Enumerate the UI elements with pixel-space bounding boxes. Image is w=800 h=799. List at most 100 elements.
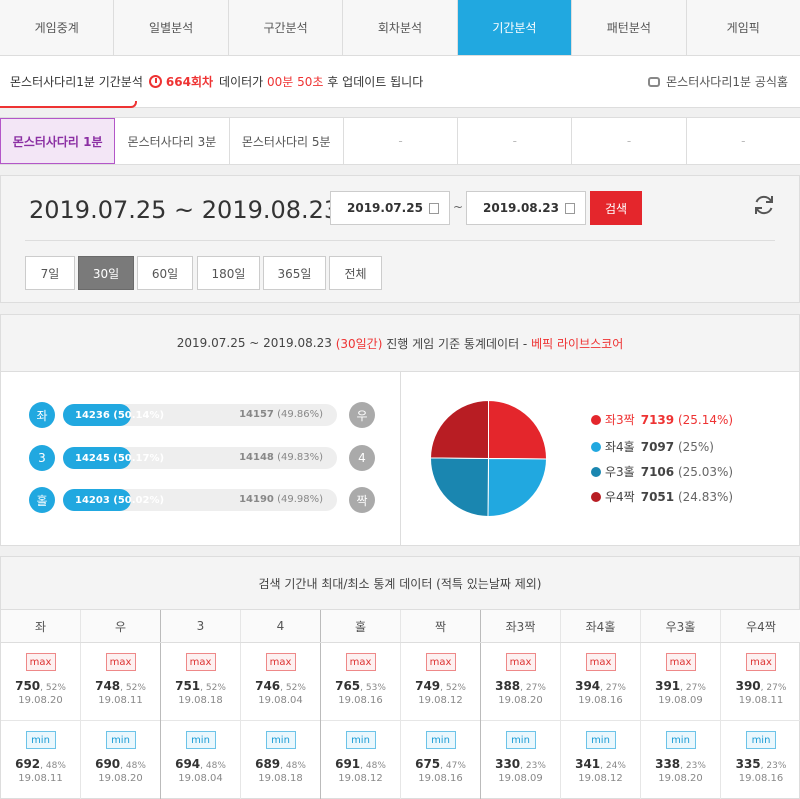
date: 19.08.12 (418, 695, 463, 706)
max-badge: max (25, 653, 56, 671)
period-60d-button[interactable]: 60일 (137, 256, 193, 290)
min-value: 675, 47% (415, 757, 466, 771)
percent: , 52% (280, 683, 306, 693)
period-7d-button[interactable]: 7일 (25, 256, 75, 290)
update-text-1: 데이터가 (219, 75, 264, 89)
count: 748 (95, 679, 121, 693)
date: 19.08.16 (418, 773, 463, 784)
table-title: 검색 기간내 최대/최소 통계 데이터 (적특 있는날짜 제외) (1, 557, 799, 610)
column-header: 좌3짝 (481, 610, 561, 642)
update-text-2: 후 업데이트 됩니다 (327, 75, 424, 89)
tab-period[interactable]: 기간분석 (457, 0, 573, 55)
count: 675 (415, 757, 441, 771)
tab-live[interactable]: 게임중계 (0, 0, 115, 55)
game-tab-3min[interactable]: 몬스터사다리 3분 (115, 118, 230, 164)
right-count: 14157 (239, 409, 274, 420)
game-tab-1min[interactable]: 몬스터사다리 1분 (0, 118, 116, 164)
legend-percent: (25.03%) (677, 465, 734, 479)
legend-percent: (24.83%) (677, 490, 734, 504)
legend-value: 7139 (640, 413, 675, 427)
max-value: 746, 52% (255, 679, 306, 693)
end-date-input[interactable]: 2019.08.23 (466, 191, 586, 225)
pie-slice (430, 457, 490, 517)
legend-value: 7097 (640, 440, 675, 454)
tab-section[interactable]: 구간분석 (229, 0, 344, 55)
min-value: 689, 48% (255, 757, 306, 771)
legend-label: 우4짝 (605, 490, 635, 504)
stats-caption: 진행 게임 기준 통계데이터 - (386, 336, 528, 351)
max-badge: max (345, 653, 376, 671)
date: 19.08.20 (498, 695, 543, 706)
search-button[interactable]: 검색 (590, 191, 642, 225)
period-30d-button[interactable]: 30일 (78, 256, 134, 290)
period-all-button[interactable]: 전체 (329, 256, 382, 290)
tab-game-pick[interactable]: 게임픽 (687, 0, 800, 55)
legend-item: 우4짝 7051 (24.83%) (591, 488, 733, 505)
refresh-icon[interactable] (752, 193, 776, 217)
pie-slice (487, 457, 547, 517)
min-cell: min 338, 23% 19.08.20 (641, 721, 721, 799)
left-outcome-badge: 3 (29, 445, 55, 471)
max-cell: max 746, 52% 19.08.04 (241, 643, 321, 721)
percent: , 27% (520, 683, 546, 693)
count: 330 (495, 757, 521, 771)
game-tab-empty: - (344, 118, 459, 164)
count: 338 (655, 757, 681, 771)
min-value: 330, 23% (495, 757, 546, 771)
max-value: 390, 27% (736, 679, 787, 693)
max-cell: max 394, 27% 19.08.16 (561, 643, 641, 721)
min-badge: min (265, 731, 296, 749)
min-badge: min (25, 731, 56, 749)
period-365d-button[interactable]: 365일 (263, 256, 326, 290)
percent: , 52% (200, 683, 226, 693)
ratio-track: 14203 (50.02%) 14190 (49.98%) (63, 489, 337, 511)
percent: , 48% (280, 761, 306, 771)
legend-dot-icon (591, 492, 601, 502)
percent: , 53% (360, 683, 386, 693)
date: 19.08.18 (178, 695, 223, 706)
tab-daily[interactable]: 일별분석 (114, 0, 229, 55)
update-info-bar: 몬스터사다리1분 기간분석 664회차 데이터가 00분 50초 후 업데이트 … (0, 56, 800, 108)
date: 19.08.11 (738, 695, 784, 706)
ratio-track: 14245 (50.17%) 14148 (49.83%) (63, 447, 337, 469)
calendar-icon (429, 203, 439, 214)
countdown-timer: 00분 50초 (267, 75, 324, 89)
start-date-input[interactable]: 2019.07.25 (330, 191, 450, 225)
column-header: 좌4홀 (561, 610, 641, 642)
date: 19.08.04 (258, 695, 303, 706)
right-percent: (49.86%) (277, 409, 323, 420)
period-180d-button[interactable]: 180일 (197, 256, 260, 290)
percent: , 27% (760, 683, 787, 693)
count: 751 (175, 679, 201, 693)
date: 19.08.12 (338, 773, 383, 784)
min-row: min 692, 48% 19.08.11 min 690, 48% 19.08.20 … (1, 721, 800, 799)
page-heading: 몬스터사다리1분 기간분석 (10, 75, 143, 89)
date: 19.08.11 (98, 695, 143, 706)
top-nav-tabs: 게임중계 일별분석 구간분석 회차분석 기간분석 패턴분석 게임픽 (0, 0, 800, 56)
left-outcome-badge: 홀 (29, 487, 55, 513)
date-separator: ~ (453, 200, 464, 214)
max-badge: max (425, 653, 456, 671)
selected-date-range: 2019.07.25 ~ 2019.08.23 (29, 196, 340, 224)
stats-days: (30일간) (335, 336, 383, 351)
end-date-value: 2019.08.23 (483, 201, 559, 215)
legend-label: 우3홀 (605, 465, 635, 479)
official-home-link[interactable]: 몬스터사다리1분 공식홈 (648, 73, 788, 90)
brand-label: 베픽 라이브스코어 (531, 336, 624, 351)
game-tab-5min[interactable]: 몬스터사다리 5분 (230, 118, 344, 164)
official-home-label: 몬스터사다리1분 공식홈 (666, 75, 788, 89)
right-count: 14148 (239, 452, 274, 463)
percent: , 47% (440, 761, 466, 771)
legend-item: 우3홀 7106 (25.03%) (591, 463, 733, 480)
min-badge: min (585, 731, 616, 749)
min-badge: min (746, 731, 776, 749)
tab-pattern[interactable]: 패턴분석 (572, 0, 687, 55)
tab-round[interactable]: 회차분석 (343, 0, 458, 55)
date: 19.08.04 (178, 773, 223, 784)
period-selector: 2019.07.25 ~ 2019.08.23 2019.07.25 ~ 201… (0, 175, 800, 303)
date: 19.08.09 (498, 773, 543, 784)
date: 19.08.18 (258, 773, 303, 784)
link-icon (648, 77, 661, 87)
statistics-panel: 2019.07.25 ~ 2019.08.23 (30일간) 진행 게임 기준 … (0, 314, 800, 546)
max-cell: max 765, 53% 19.08.16 (321, 643, 401, 721)
